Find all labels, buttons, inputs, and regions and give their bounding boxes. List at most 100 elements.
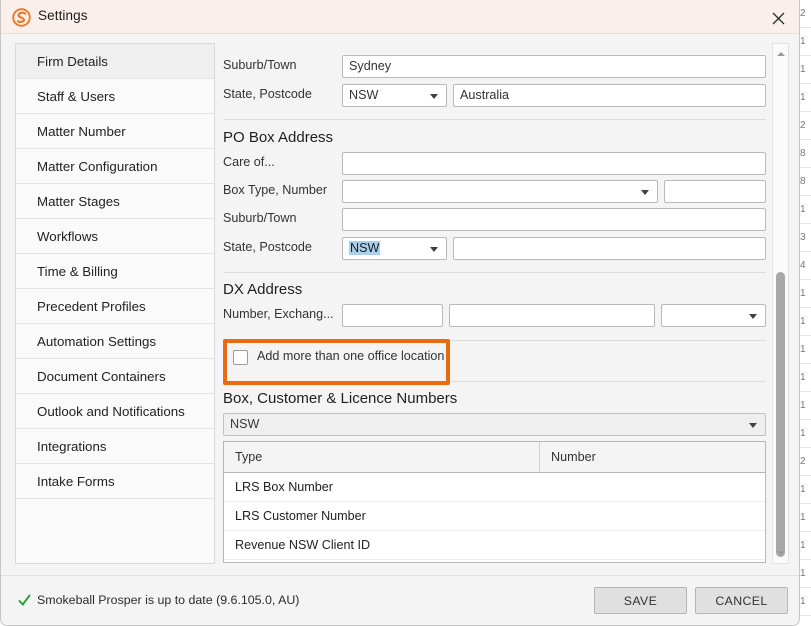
table-row[interactable]: LRS Customer Number bbox=[224, 502, 765, 531]
sidebar-item-document-containers[interactable]: Document Containers bbox=[16, 359, 214, 394]
dx-number-exchange-row: Number, Exchang... bbox=[223, 304, 767, 327]
background-row: 1 bbox=[799, 560, 811, 588]
save-button-label: SAVE bbox=[623, 593, 658, 608]
background-row: 1 bbox=[799, 476, 811, 504]
sidebar-item-label: Precedent Profiles bbox=[37, 299, 146, 314]
po-box-section-heading: PO Box Address bbox=[223, 129, 334, 146]
scrollbar-thumb[interactable] bbox=[776, 272, 785, 557]
po-box-type-dropdown[interactable] bbox=[342, 180, 658, 203]
sidebar-item-matter-configuration[interactable]: Matter Configuration bbox=[16, 149, 214, 184]
settings-dialog: Settings Firm Details Staff & Users Matt… bbox=[0, 0, 800, 626]
background-row: 2 bbox=[799, 112, 811, 140]
cell-number[interactable] bbox=[540, 473, 765, 501]
po-care-of-input[interactable] bbox=[342, 152, 766, 175]
add-office-location-checkbox[interactable] bbox=[233, 350, 248, 365]
background-row: 8 bbox=[799, 168, 811, 196]
street-state-dropdown[interactable]: NSW bbox=[342, 84, 447, 107]
cell-number[interactable] bbox=[540, 502, 765, 530]
background-row: 1 bbox=[799, 336, 811, 364]
background-row: 1 bbox=[799, 392, 811, 420]
background-row: 1 bbox=[799, 28, 811, 56]
background-row: 1 bbox=[799, 196, 811, 224]
sidebar-item-label: Matter Number bbox=[37, 124, 126, 139]
table-row[interactable]: LRS Box Number bbox=[224, 473, 765, 502]
sidebar-item-label: Automation Settings bbox=[37, 334, 157, 349]
po-suburb-input[interactable] bbox=[342, 208, 766, 231]
sidebar-item-outlook-and-notifications[interactable]: Outlook and Notifications bbox=[16, 394, 214, 429]
numbers-section-heading: Box, Customer & Licence Numbers bbox=[223, 390, 458, 407]
background-row: 1 bbox=[799, 420, 811, 448]
cancel-button-label: CANCEL bbox=[715, 593, 768, 608]
sidebar-item-staff-users[interactable]: Staff & Users bbox=[16, 79, 214, 114]
sidebar-item-label: Time & Billing bbox=[37, 264, 118, 279]
sidebar-item-label: Staff & Users bbox=[37, 89, 116, 104]
column-header-type: Type bbox=[224, 442, 540, 472]
content-scrollbar[interactable] bbox=[772, 43, 789, 564]
sidebar-item-label: Matter Stages bbox=[37, 194, 120, 209]
background-row: 4 bbox=[799, 252, 811, 280]
divider-offices-numbers bbox=[223, 381, 766, 382]
street-country-input[interactable]: Australia bbox=[453, 84, 766, 107]
sidebar-item-matter-stages[interactable]: Matter Stages bbox=[16, 184, 214, 219]
divider-street-pobox bbox=[223, 119, 766, 120]
sidebar-item-matter-number[interactable]: Matter Number bbox=[16, 114, 214, 149]
sidebar-item-workflows[interactable]: Workflows bbox=[16, 219, 214, 254]
dialog-title-bar: Settings bbox=[1, 0, 799, 34]
chevron-down-icon bbox=[641, 190, 649, 195]
sidebar-item-time-billing[interactable]: Time & Billing bbox=[16, 254, 214, 289]
dialog-body: Firm Details Staff & Users Matter Number… bbox=[1, 35, 799, 575]
background-row: 1 bbox=[799, 504, 811, 532]
cell-number[interactable] bbox=[540, 531, 765, 559]
po-care-of-row: Care of... bbox=[223, 152, 767, 175]
sidebar-item-label: Document Containers bbox=[37, 369, 166, 384]
background-row: 1 bbox=[799, 364, 811, 392]
background-row: 1 bbox=[799, 588, 811, 616]
sidebar-item-automation-settings[interactable]: Automation Settings bbox=[16, 324, 214, 359]
chevron-down-icon bbox=[430, 247, 438, 252]
street-suburb-input[interactable]: Sydney bbox=[342, 55, 766, 78]
po-care-of-label: Care of... bbox=[223, 155, 275, 169]
dx-section-heading: DX Address bbox=[223, 281, 303, 298]
background-row: 2 bbox=[799, 448, 811, 476]
dx-exchange-input[interactable] bbox=[449, 304, 655, 327]
background-row: 3 bbox=[799, 224, 811, 252]
chevron-down-icon bbox=[749, 314, 757, 319]
chevron-up-icon[interactable] bbox=[773, 46, 788, 62]
dialog-title: Settings bbox=[38, 8, 88, 23]
sidebar-item-label: Matter Configuration bbox=[37, 159, 158, 174]
sidebar-item-intake-forms[interactable]: Intake Forms bbox=[16, 464, 214, 499]
po-postcode-input[interactable] bbox=[453, 237, 766, 260]
update-status-text: Smokeball Prosper is up to date (9.6.105… bbox=[37, 593, 300, 607]
po-suburb-row: Suburb/Town bbox=[223, 208, 767, 231]
po-box-number-input[interactable] bbox=[664, 180, 766, 203]
green-check-icon bbox=[18, 594, 31, 607]
add-office-location-label: Add more than one office location bbox=[257, 349, 445, 363]
sidebar-item-firm-details[interactable]: Firm Details bbox=[16, 44, 214, 79]
settings-content-panel: Suburb/Town Sydney State, Postcode NSW A… bbox=[223, 43, 789, 564]
chevron-down-icon bbox=[749, 423, 757, 428]
po-state-value: NSW bbox=[349, 241, 381, 255]
background-row: 8 bbox=[799, 140, 811, 168]
dx-state-dropdown[interactable] bbox=[661, 304, 766, 327]
street-state-postcode-row: State, Postcode NSW Australia bbox=[223, 84, 767, 107]
chevron-down-icon[interactable] bbox=[773, 545, 788, 561]
sidebar-item-precedent-profiles[interactable]: Precedent Profiles bbox=[16, 289, 214, 324]
po-suburb-label: Suburb/Town bbox=[223, 211, 297, 225]
street-suburb-label: Suburb/Town bbox=[223, 58, 297, 72]
po-state-dropdown[interactable]: NSW bbox=[342, 237, 447, 260]
divider-dx-offices bbox=[223, 340, 766, 341]
close-icon[interactable] bbox=[764, 6, 792, 30]
settings-sidebar: Firm Details Staff & Users Matter Number… bbox=[15, 43, 215, 564]
sidebar-item-integrations[interactable]: Integrations bbox=[16, 429, 214, 464]
numbers-state-filter-dropdown[interactable]: NSW bbox=[223, 413, 766, 436]
po-state-postcode-label: State, Postcode bbox=[223, 240, 312, 254]
save-button[interactable]: SAVE bbox=[594, 587, 687, 614]
dx-number-input[interactable] bbox=[342, 304, 443, 327]
table-row[interactable]: Revenue NSW Client ID bbox=[224, 531, 765, 560]
cancel-button[interactable]: CANCEL bbox=[695, 587, 788, 614]
po-state-postcode-row: State, Postcode NSW bbox=[223, 237, 767, 260]
divider-pobox-dx bbox=[223, 272, 766, 273]
background-right-column: 2111288134111111211111 bbox=[799, 0, 811, 626]
street-state-postcode-label: State, Postcode bbox=[223, 87, 312, 101]
column-header-number: Number bbox=[551, 450, 596, 464]
